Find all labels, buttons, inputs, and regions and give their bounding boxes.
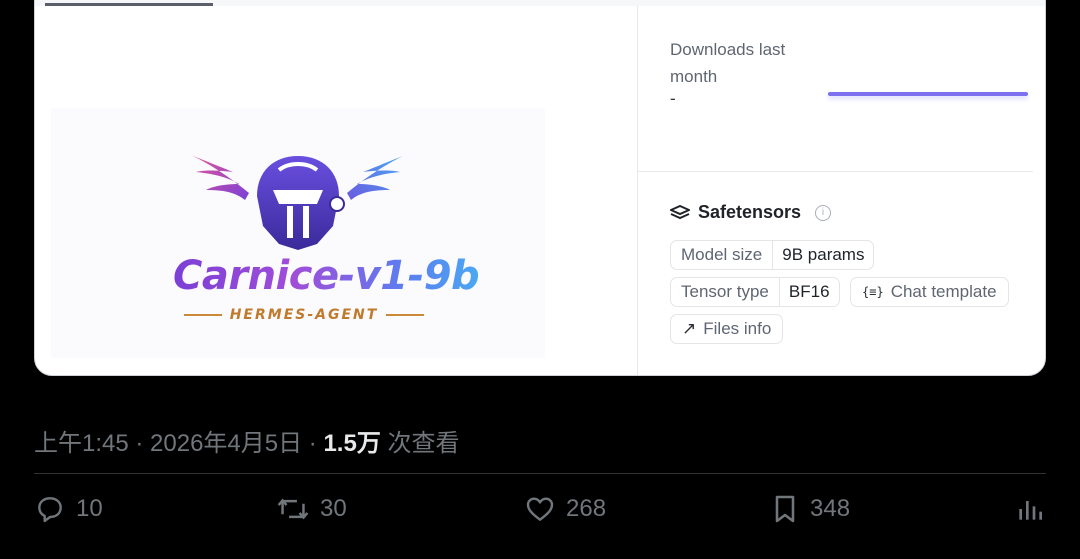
info-icon[interactable]: i [815,204,832,221]
bookmark-icon [775,495,795,523]
files-info-label: Files info [703,319,772,338]
downloads-label: Downloads last month [670,40,786,86]
safetensors-header: Safetensors i [670,202,832,223]
downloads-value: - [670,89,676,108]
model-size-label: Model size [681,245,763,264]
model-size-chip: Model size 9B params [670,240,875,270]
arrow-up-right-icon: ↗ [682,319,697,338]
safetensors-title: Safetensors [698,202,802,222]
meta-divider [34,473,1046,474]
logo-rule-left [184,314,222,316]
analytics-button[interactable] [1016,489,1044,529]
logo-subtitle: HERMES-AGENT [229,307,379,323]
logo-subtitle-row: HERMES-AGENT [184,305,425,325]
model-card: Carnice-v1-9b HERMES-AGENT Downloads las… [34,0,1046,376]
reply-count: 10 [76,495,103,522]
tweet-meta: 上午1:45 · 2026年4月5日 · 1.5万 次查看 [34,423,460,458]
downloads-sparkline [828,92,1028,96]
chat-template-icon: {≡} [862,285,884,299]
bookmark-count: 348 [810,495,851,522]
chat-template-button[interactable]: {≡} Chat template [850,277,1009,307]
like-button[interactable]: 268 [524,489,606,529]
model-size-value: 9B params [772,241,873,269]
safetensors-icon [670,204,690,219]
tensor-type-label: Tensor type [681,282,769,301]
model-card-left-pane: Carnice-v1-9b HERMES-AGENT [35,6,637,375]
model-logo: Carnice-v1-9b HERMES-AGENT [51,108,545,358]
logo-rule-right [386,314,425,316]
bookmark-button[interactable]: 348 [770,489,850,529]
retweet-button[interactable]: 30 [276,489,347,529]
retweet-icon [277,498,309,520]
like-icon [526,497,554,521]
reply-icon [38,497,62,523]
tweet-timestamp: 上午1:45 · 2026年4月5日 · [34,430,324,457]
tensor-type-value: BF16 [778,278,839,306]
files-info-button[interactable]: ↗ Files info [670,314,784,344]
retweet-count: 30 [320,495,347,522]
views-label: 次查看 [380,430,460,457]
logo-title: Carnice-v1-9b [173,253,480,299]
views-count: 1.5万 [323,430,381,457]
reply-button[interactable]: 10 [34,489,103,529]
analytics-icon [1019,501,1042,520]
model-card-sidebar: Downloads last month - Safetensors i Mod… [638,6,1045,375]
tensor-type-chip: Tensor type BF16 [670,277,840,307]
chat-template-label: Chat template [890,282,997,301]
like-count: 268 [566,495,607,522]
section-divider [638,171,1033,172]
